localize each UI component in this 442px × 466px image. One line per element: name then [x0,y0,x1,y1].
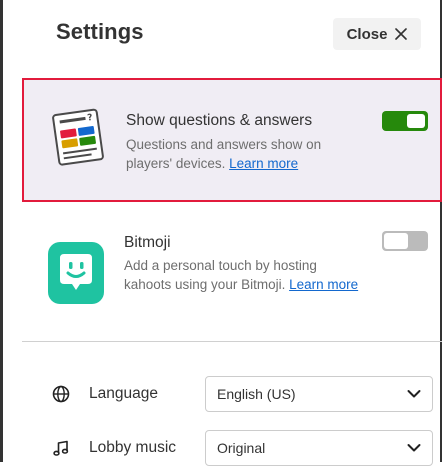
language-label: Language [89,385,158,402]
bitmoji-icon [48,242,104,304]
setting-bitmoji: Bitmoji Add a personal touch by hosting … [22,222,442,332]
language-value: English (US) [217,386,296,402]
close-button-label: Close [346,25,388,43]
settings-header: Settings Close [0,0,442,66]
globe-icon [52,385,70,403]
setting-title: Bitmoji [124,234,171,251]
window-border-left [0,0,3,462]
lobby-music-select[interactable]: Original [205,430,433,466]
toggle-knob [384,233,408,249]
setting-title: Show questions & answers [126,112,313,129]
chevron-down-icon [407,390,421,398]
close-button[interactable]: Close [333,18,421,50]
question-answer-icon: ? [52,108,104,166]
music-note-icon [53,440,69,456]
lobby-music-row: Lobby music Original [52,430,442,466]
show-questions-toggle[interactable] [382,111,428,131]
setting-description-text: Add a personal touch by hosting kahoots … [124,258,317,292]
setting-text: Bitmoji Add a personal touch by hosting … [124,233,364,294]
page-title: Settings [56,19,144,44]
bitmoji-toggle[interactable] [382,231,428,251]
setting-description: Add a personal touch by hosting kahoots … [124,256,364,294]
section-divider [22,341,442,342]
chevron-down-icon [407,444,421,452]
learn-more-link[interactable]: Learn more [229,156,298,171]
learn-more-link[interactable]: Learn more [289,277,358,292]
language-row: Language English (US) [52,376,442,412]
setting-show-questions-answers: ? Show questions & answers Questions and… [22,78,442,202]
toggle-knob [407,114,425,128]
setting-text: Show questions & answers Questions and a… [126,111,366,173]
setting-description: Questions and answers show on players' d… [126,135,366,173]
lobby-music-value: Original [217,440,266,456]
close-icon [395,28,408,40]
language-select[interactable]: English (US) [205,376,433,412]
lobby-music-label: Lobby music [89,439,177,456]
